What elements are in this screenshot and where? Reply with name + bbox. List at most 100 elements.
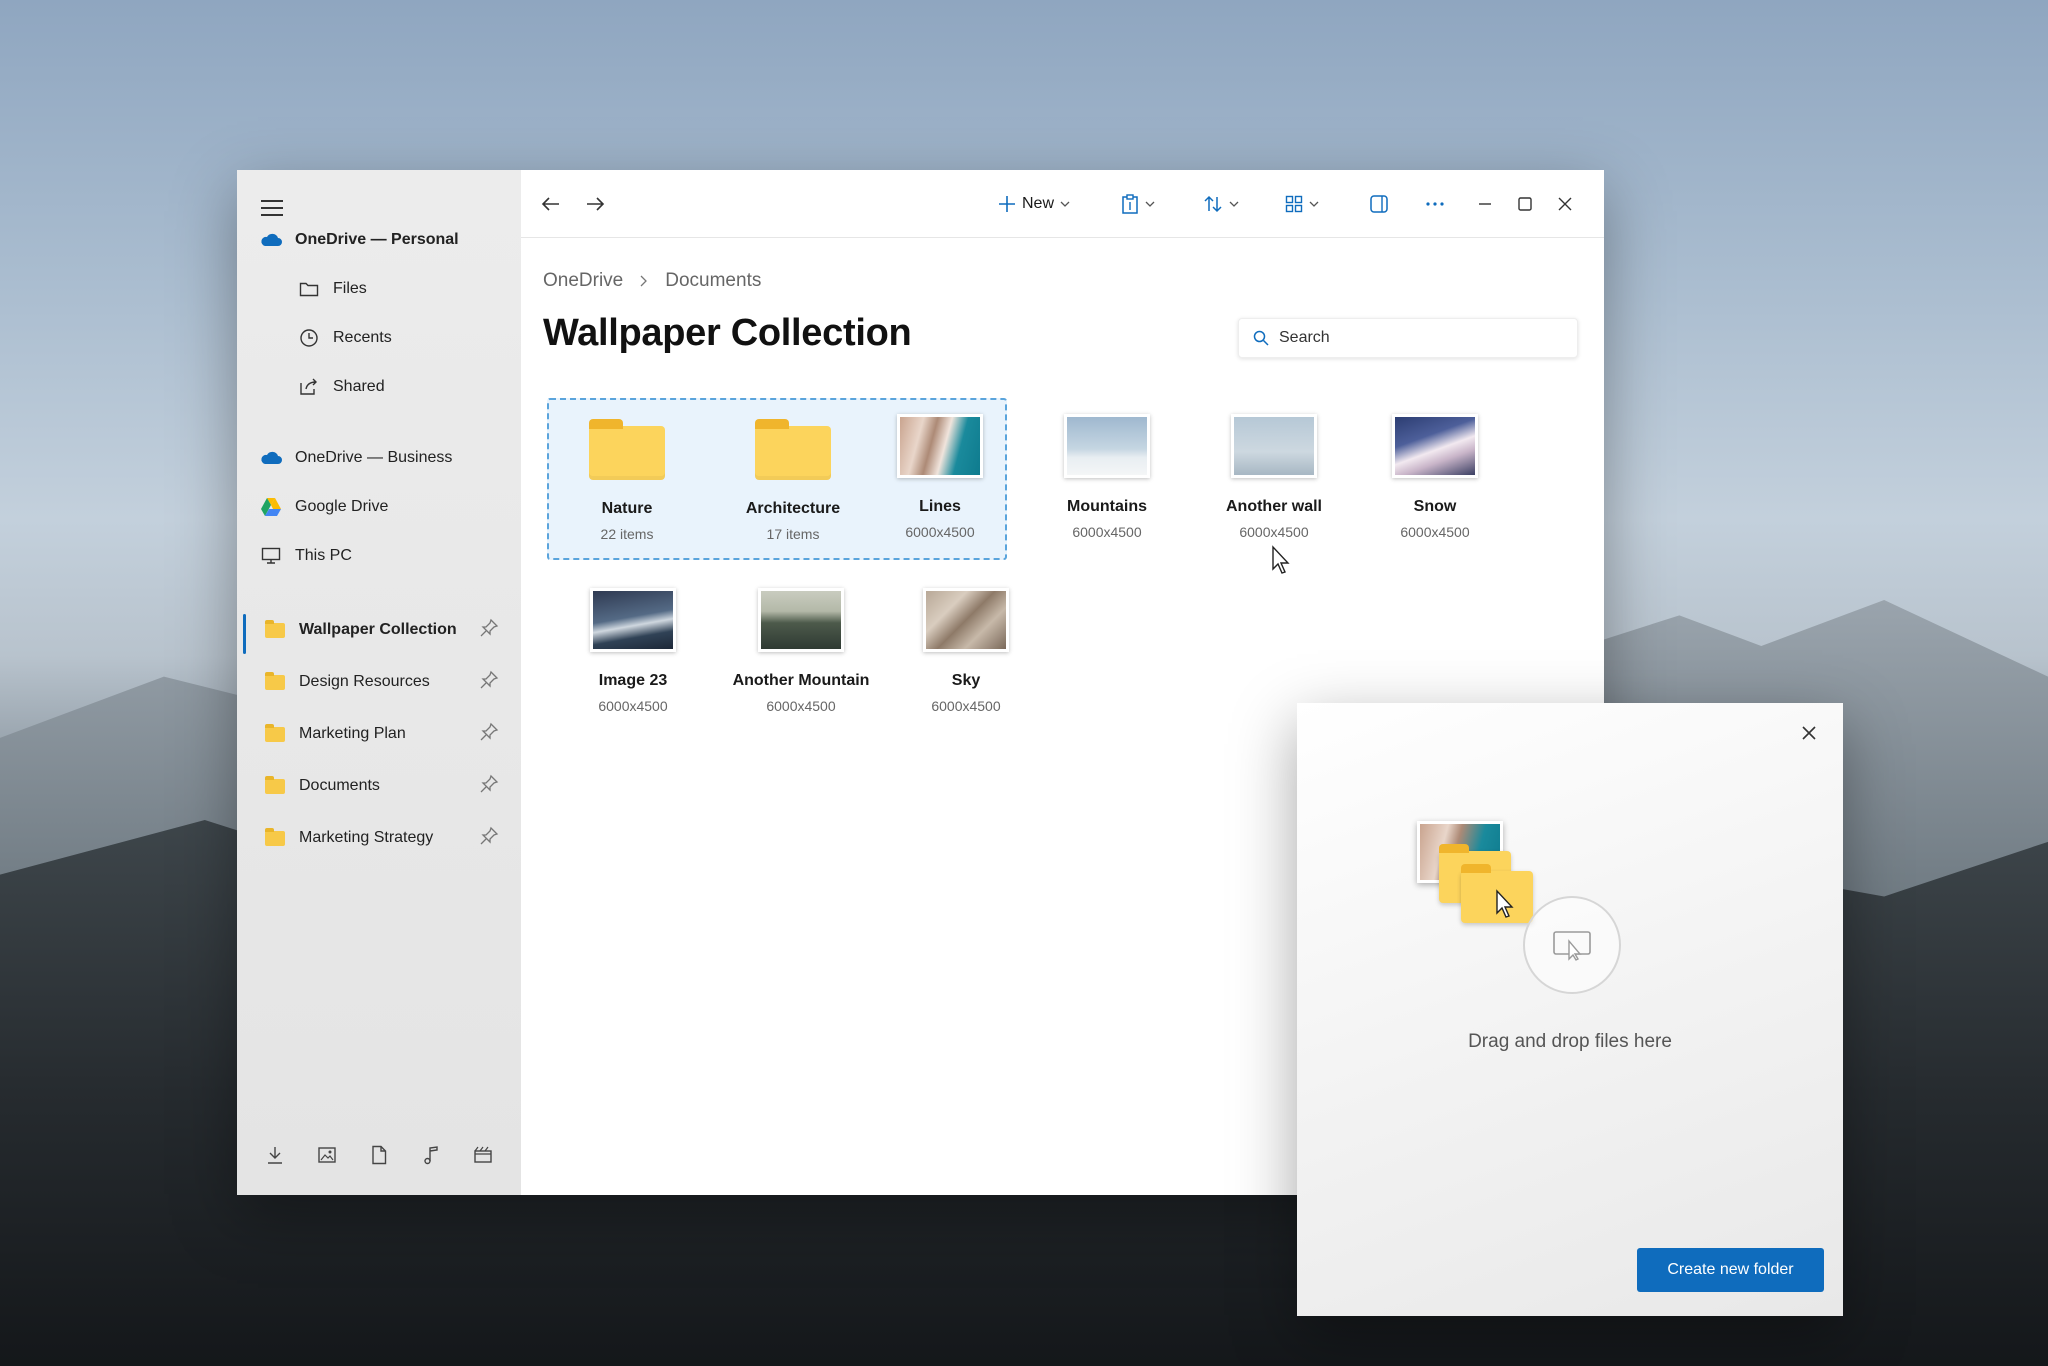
mouse-cursor-icon bbox=[1272, 545, 1290, 574]
minimize-button[interactable] bbox=[1477, 190, 1493, 218]
item-name: Snow bbox=[1413, 498, 1457, 515]
grid-item-architecture[interactable]: Architecture 17 items bbox=[718, 408, 868, 568]
sidebar-pinned-label: Marketing Plan bbox=[299, 725, 406, 742]
sidebar-account-this-pc[interactable]: This PC bbox=[237, 536, 521, 576]
create-new-folder-button[interactable]: Create new folder bbox=[1637, 1248, 1824, 1292]
sidebar-account-label: Google Drive bbox=[295, 498, 389, 515]
arrow-right-icon bbox=[587, 197, 605, 211]
sidebar-item-recents[interactable]: Recents bbox=[237, 318, 521, 358]
clipboard-button[interactable] bbox=[1121, 190, 1155, 218]
pin-icon[interactable] bbox=[479, 618, 499, 638]
sidebar-account-label: OneDrive — Business bbox=[295, 449, 453, 466]
item-meta: 6000x4500 bbox=[931, 698, 1001, 714]
grid-item-lines[interactable]: Lines 6000x4500 bbox=[865, 414, 1015, 574]
plus-icon bbox=[999, 196, 1015, 212]
drop-target-icon bbox=[1553, 931, 1591, 961]
new-button[interactable]: New bbox=[998, 190, 1070, 218]
sidebar-pinned-documents[interactable]: Documents bbox=[237, 766, 521, 806]
chevron-down-icon bbox=[1309, 201, 1319, 207]
drop-zone-panel[interactable]: Drag and drop files here Create new fold… bbox=[1297, 703, 1843, 1316]
folder-icon bbox=[263, 722, 287, 746]
item-meta: 6000x4500 bbox=[905, 524, 975, 540]
sidebar-account-label: OneDrive — Personal bbox=[295, 231, 459, 248]
sidebar-pinned-label: Documents bbox=[299, 777, 380, 794]
image-thumbnail bbox=[1231, 414, 1317, 478]
grid-item-snow[interactable]: Snow 6000x4500 bbox=[1360, 414, 1510, 574]
music-icon[interactable] bbox=[419, 1143, 443, 1167]
grid-item-mountains[interactable]: Mountains 6000x4500 bbox=[1032, 414, 1182, 574]
sidebar-pinned-marketing-strategy[interactable]: Marketing Strategy bbox=[237, 818, 521, 858]
sidebar: OneDrive — Personal Files Recents Shared… bbox=[237, 170, 521, 1195]
chevron-down-icon bbox=[1229, 201, 1239, 207]
breadcrumb-item[interactable]: Documents bbox=[665, 270, 761, 292]
back-button[interactable] bbox=[541, 190, 561, 218]
chevron-right-icon bbox=[640, 275, 648, 287]
clipboard-icon bbox=[1122, 194, 1138, 214]
close-icon[interactable] bbox=[1797, 721, 1821, 745]
item-name: Image 23 bbox=[598, 672, 668, 689]
drop-instruction-text: Drag and drop files here bbox=[1468, 1031, 1672, 1052]
drop-target-circle bbox=[1523, 896, 1621, 994]
share-icon bbox=[297, 375, 321, 399]
details-pane-button[interactable] bbox=[1369, 190, 1389, 218]
breadcrumb-item[interactable]: OneDrive bbox=[543, 270, 623, 292]
item-meta: 22 items bbox=[600, 526, 654, 542]
item-meta: 6000x4500 bbox=[1400, 524, 1470, 540]
grid-item-image-23[interactable]: Image 23 6000x4500 bbox=[558, 588, 708, 748]
item-meta: 6000x4500 bbox=[766, 698, 836, 714]
item-name: Lines bbox=[919, 498, 961, 515]
new-button-label: New bbox=[1022, 195, 1055, 212]
sidebar-item-files[interactable]: Files bbox=[237, 269, 521, 309]
item-meta: 6000x4500 bbox=[1239, 524, 1309, 540]
item-name: Another Mountain bbox=[732, 672, 870, 689]
item-name: Mountains bbox=[1067, 498, 1147, 515]
item-meta: 6000x4500 bbox=[598, 698, 668, 714]
image-icon[interactable] bbox=[315, 1143, 339, 1167]
item-name: Architecture bbox=[745, 500, 841, 517]
more-options-button[interactable] bbox=[1425, 190, 1445, 218]
hamburger-menu-icon[interactable] bbox=[261, 200, 283, 218]
breadcrumb: OneDrive Documents bbox=[543, 270, 761, 292]
document-icon[interactable] bbox=[367, 1143, 391, 1167]
pin-icon[interactable] bbox=[479, 774, 499, 794]
pin-icon[interactable] bbox=[479, 722, 499, 742]
pin-icon[interactable] bbox=[479, 670, 499, 690]
sidebar-account-google-drive[interactable]: Google Drive bbox=[237, 487, 521, 527]
pin-icon[interactable] bbox=[479, 826, 499, 846]
sidebar-pinned-marketing-plan[interactable]: Marketing Plan bbox=[237, 714, 521, 754]
video-icon[interactable] bbox=[471, 1143, 495, 1167]
image-thumbnail bbox=[758, 588, 844, 652]
item-name: Nature bbox=[601, 500, 653, 517]
sort-button[interactable] bbox=[1203, 190, 1239, 218]
sidebar-pinned-design-resources[interactable]: Design Resources bbox=[237, 662, 521, 702]
maximize-button[interactable] bbox=[1517, 190, 1533, 218]
grid-item-another-mountain[interactable]: Another Mountain 6000x4500 bbox=[716, 588, 886, 748]
image-thumbnail bbox=[1392, 414, 1478, 478]
arrow-left-icon bbox=[541, 197, 559, 211]
sidebar-account-onedrive-business[interactable]: OneDrive — Business bbox=[237, 438, 521, 478]
download-icon[interactable] bbox=[263, 1143, 287, 1167]
maximize-icon bbox=[1518, 197, 1532, 211]
grid-item-sky[interactable]: Sky 6000x4500 bbox=[891, 588, 1041, 748]
view-button[interactable] bbox=[1285, 190, 1319, 218]
folder-icon bbox=[263, 774, 287, 798]
search-box[interactable] bbox=[1238, 318, 1578, 358]
close-icon bbox=[1558, 197, 1572, 211]
folder-icon bbox=[755, 419, 831, 480]
grid-item-nature[interactable]: Nature 22 items bbox=[552, 408, 702, 568]
sidebar-item-shared[interactable]: Shared bbox=[237, 367, 521, 407]
item-name: Sky bbox=[951, 672, 981, 689]
image-thumbnail bbox=[590, 588, 676, 652]
forward-button[interactable] bbox=[585, 190, 605, 218]
sidebar-account-onedrive-personal[interactable]: OneDrive — Personal bbox=[237, 220, 521, 260]
search-input[interactable] bbox=[1279, 329, 1539, 347]
sidebar-item-label: Recents bbox=[333, 329, 392, 346]
item-name: Another wall bbox=[1225, 498, 1322, 515]
sidebar-pinned-label: Marketing Strategy bbox=[299, 829, 434, 846]
chevron-down-icon bbox=[1145, 201, 1155, 207]
image-thumbnail bbox=[923, 588, 1009, 652]
pane-icon bbox=[1370, 195, 1388, 213]
cloud-icon bbox=[259, 228, 283, 252]
close-button[interactable] bbox=[1557, 190, 1573, 218]
sidebar-pinned-wallpaper-collection[interactable]: Wallpaper Collection bbox=[237, 610, 521, 654]
